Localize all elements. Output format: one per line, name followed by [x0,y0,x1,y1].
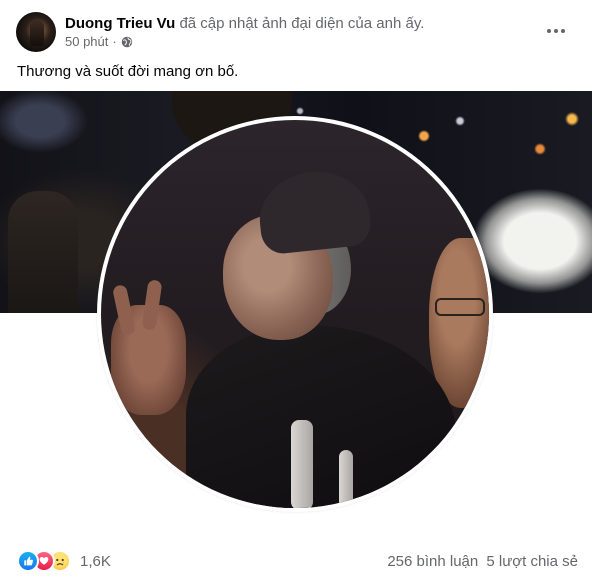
photo-man-body [186,325,456,508]
more-dot-icon [547,29,551,33]
photo-glasses [435,298,485,316]
more-dot-icon [561,29,565,33]
meta-separator: · [112,34,117,49]
author-name-link[interactable]: Duong Trieu Vu [65,15,175,32]
post-action-text: đã cập nhật ảnh đại diện của anh ấy. [179,15,425,32]
post-photo[interactable] [0,91,592,540]
author-line: Duong Trieu Vu đã cập nhật ảnh đại diện … [65,14,424,33]
profile-photo [101,120,489,508]
like-icon [17,550,39,572]
photo-chair [339,450,353,508]
post-caption: Thương và suốt đời mang ơn bố. [17,63,239,80]
globe-icon[interactable] [121,36,133,48]
comments-count-link[interactable]: 256 bình luận [387,553,478,570]
engagement-stats: 256 bình luận 5 lượt chia sẻ [383,553,578,570]
post-meta: 50 phút · [65,34,133,49]
photo-man-hat [255,166,373,256]
cover-background-figure [8,191,78,313]
author-avatar[interactable] [16,12,56,52]
more-options-button[interactable] [540,15,572,47]
avatar-figure [30,20,44,46]
photo-chair [291,420,313,508]
post-footer: 1,6K 256 bình luận 5 lượt chia sẻ [0,540,592,582]
post-timestamp[interactable]: 50 phút [65,34,108,49]
more-dot-icon [554,29,558,33]
shares-count-link[interactable]: 5 lượt chia sẻ [486,553,578,570]
feed-post: Duong Trieu Vu đã cập nhật ảnh đại diện … [0,0,592,582]
reaction-count[interactable]: 1,6K [80,553,111,570]
